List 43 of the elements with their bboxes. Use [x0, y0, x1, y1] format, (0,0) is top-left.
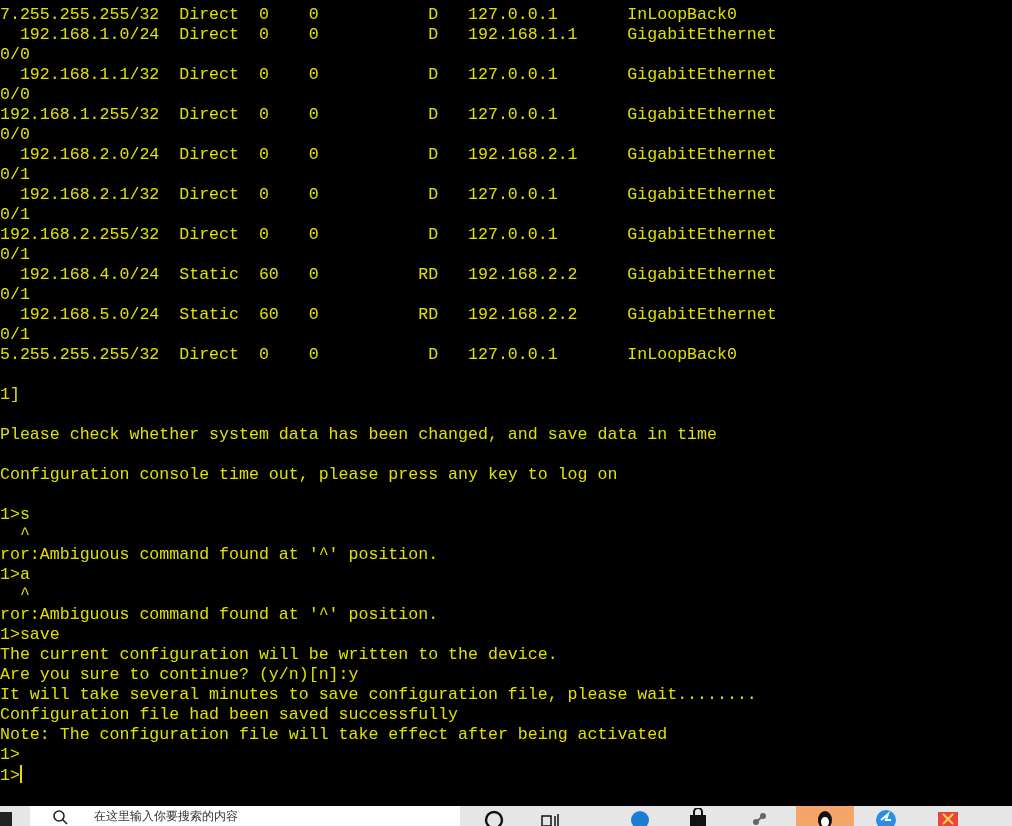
- terminal-line: 1>save: [0, 625, 60, 645]
- terminal-line: 192.168.2.255/32 Direct 0 0 D 127.0.0.1 GigabitEthernet: [0, 225, 777, 245]
- terminal-line: 1>s: [0, 505, 30, 525]
- taskbar-app-button[interactable]: [796, 806, 854, 826]
- terminal-line: 192.168.1.0/24 Direct 0 0 D 192.168.1.1 GigabitEthernet: [18, 25, 777, 45]
- terminal-line: ror:Ambiguous command found at '^' position.: [0, 605, 439, 625]
- terminal-line: 192.168.4.0/24 Static 60 0 RD 192.168.2.2 GigabitEthernet: [18, 265, 777, 285]
- terminal-line: 7.255.255.255/32 Direct 0 0 D 127.0.0.1 InLoopBack0: [0, 5, 737, 25]
- terminal-line: 0/0: [0, 85, 30, 105]
- compass-icon[interactable]: [876, 808, 896, 826]
- terminal-line: Please check whether system data has been changed, and save data in time: [0, 425, 717, 445]
- terminal-line: 1>a: [0, 565, 30, 585]
- terminal-line: 0/1: [0, 245, 30, 265]
- browser-icon[interactable]: [630, 808, 650, 826]
- terminal-line: ror:Ambiguous command found at '^' position.: [0, 545, 439, 565]
- terminal-line: 0/1: [0, 285, 30, 305]
- terminal-line: 192.168.1.255/32 Direct 0 0 D 127.0.0.1 GigabitEthernet: [0, 105, 777, 125]
- terminal-line: Configuration console time out, please press any key to log on: [0, 465, 618, 485]
- terminal-line: The current configuration will be written to the device.: [0, 645, 558, 665]
- terminal-line: It will take several minutes to save configuration file, please wait........: [0, 685, 757, 705]
- terminal-line: 5.255.255.255/32 Direct 0 0 D 127.0.0.1 InLoopBack0: [0, 345, 737, 365]
- terminal-line: ^: [18, 525, 30, 545]
- terminal-line: Configuration file had been saved successfully: [0, 705, 459, 725]
- terminal-line: 0/0: [0, 45, 30, 65]
- terminal-line: 192.168.2.1/32 Direct 0 0 D 127.0.0.1 GigabitEthernet: [18, 185, 777, 205]
- terminal-line: Note: The configuration file will take effect after being activated: [0, 725, 668, 745]
- terminal-line: 0/1: [0, 325, 30, 345]
- terminal-line: 1>: [0, 745, 20, 765]
- terminal-line: 0/1: [0, 205, 30, 225]
- terminal-line: 1>: [0, 765, 22, 785]
- terminal-line: 192.168.1.1/32 Direct 0 0 D 127.0.0.1 GigabitEthernet: [18, 65, 777, 85]
- terminal-line: 192.168.2.0/24 Direct 0 0 D 192.168.2.1 GigabitEthernet: [18, 145, 777, 165]
- store-bag-icon[interactable]: [688, 808, 708, 826]
- search-field[interactable]: 在这里输入你要搜索的内容: [30, 806, 460, 826]
- terminal-line: 1]: [0, 385, 20, 405]
- terminal-line: ^: [18, 585, 30, 605]
- penguin-icon: [815, 808, 835, 826]
- terminal-line: 0/1: [0, 165, 30, 185]
- search-icon: [52, 809, 68, 825]
- terminal-line: 192.168.5.0/24 Static 60 0 RD 192.168.2.2 GigabitEthernet: [18, 305, 777, 325]
- start-icon[interactable]: [0, 812, 12, 826]
- terminal-line: 0/0: [0, 125, 30, 145]
- terminal-line: Are you sure to continue? (y/n)[n]:y: [0, 665, 359, 685]
